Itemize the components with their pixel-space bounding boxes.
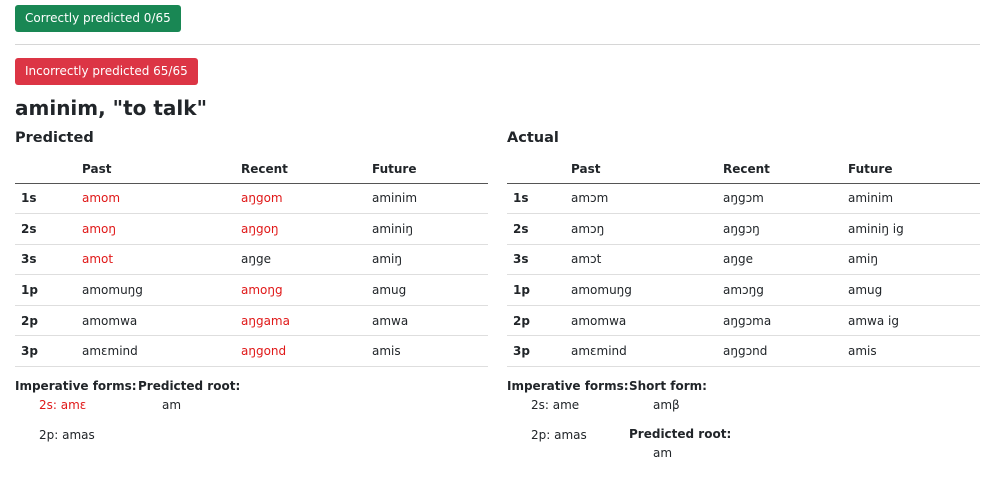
actual-root-value: am [653,446,673,460]
actual-short-heading: Short form: [629,379,707,393]
header-past: Past [82,156,241,184]
row-label: 2p [15,305,82,337]
actual-table: Past Recent Future 1s amɔm aŋgɔm aminim 2s am… [507,156,980,368]
table-row: 3p amɛmind aŋgɔnd amis [507,335,980,368]
cell-future: amis [848,335,980,368]
table-row: 1p amomuŋg amoŋg amug [15,274,488,306]
cell-future: amug [372,274,488,306]
cell-past: amom [82,183,241,215]
cell-recent: amɔŋg [723,274,848,306]
header-future: Future [372,156,488,184]
header-empty [507,156,571,184]
header-future: Future [848,156,980,184]
header-recent: Recent [723,156,848,184]
row-label: 1p [507,274,571,306]
predicted-table: Past Recent Future 1s amom aŋgom aminim 2s am… [15,156,488,368]
table-row: 1s amɔm aŋgɔm aminim [507,183,980,215]
header-past: Past [571,156,723,184]
cell-recent: aŋgom [241,183,372,215]
predicted-root-value: am [162,398,182,412]
cell-past: amomuŋg [82,274,241,306]
cell-recent: aŋge [723,244,848,276]
actual-imperative-heading: Imperative forms: [507,379,629,393]
cell-recent: aŋgoŋ [241,213,372,245]
cell-past: amɛmind [571,335,723,368]
cell-future: aminim [848,183,980,215]
actual-short-value: amβ [653,398,680,412]
predicted-panel: Predicted Past Recent Future 1s amom aŋgom… [15,128,488,368]
table-row: 2p amomwa aŋgama amwa [15,305,488,337]
cell-recent: aŋgɔm [723,183,848,215]
predicted-imperative-heading: Imperative forms: [15,379,137,393]
cell-recent: aŋgond [241,335,372,368]
cell-future: aminim [372,183,488,215]
cell-recent: aŋgɔma [723,305,848,337]
row-label: 1p [15,274,82,306]
cell-recent: aŋge [241,244,372,276]
cell-future: amwa ig [848,305,980,337]
cell-past: amomwa [571,305,723,337]
table-row: 3s amot aŋge amiŋ [15,244,488,276]
actual-panel: Actual Past Recent Future 1s amɔm aŋgɔm ami… [507,128,980,368]
table-row: 3p amɛmind aŋgond amis [15,335,488,368]
predicted-header-row: Past Recent Future [15,156,488,184]
header-recent: Recent [241,156,372,184]
predicted-imperative-2p: 2p: amas [39,428,95,442]
predicted-root-heading: Predicted root: [138,379,241,393]
cell-recent: aŋgɔnd [723,335,848,368]
cell-past: amɔt [571,244,723,276]
cell-recent: aŋgama [241,305,372,337]
row-label: 2p [507,305,571,337]
actual-imperative-2p: 2p: amas [531,428,587,442]
cell-future: amwa [372,305,488,337]
actual-header-row: Past Recent Future [507,156,980,184]
actual-root-heading: Predicted root: [629,427,732,441]
cell-past: amoŋ [82,213,241,245]
row-label: 3s [15,244,82,276]
row-label: 2s [15,213,82,245]
divider [15,44,980,45]
row-label: 1s [507,183,571,215]
cell-past: amɔm [571,183,723,215]
cell-past: amomwa [82,305,241,337]
correctly-predicted-button[interactable]: Correctly predicted 0/65 [15,5,181,32]
cell-future: aminiŋ [372,213,488,245]
cell-past: amɛmind [82,335,241,368]
cell-future: amiŋ [372,244,488,276]
row-label: 3s [507,244,571,276]
row-label: 2s [507,213,571,245]
word-title: aminim, "to talk" [15,96,208,120]
cell-recent: aŋgɔŋ [723,213,848,245]
cell-future: amis [372,335,488,368]
table-row: 2s amɔŋ aŋgɔŋ aminiŋ ig [507,213,980,245]
actual-title: Actual [507,130,559,146]
table-row: 2s amoŋ aŋgoŋ aminiŋ [15,213,488,245]
table-row: 1p amomuŋg amɔŋg amug [507,274,980,306]
table-row: 1s amom aŋgom aminim [15,183,488,215]
cell-past: amomuŋg [571,274,723,306]
cell-past: amot [82,244,241,276]
table-row: 3s amɔt aŋge amiŋ [507,244,980,276]
row-label: 3p [507,335,571,368]
cell-future: aminiŋ ig [848,213,980,245]
cell-future: amiŋ [848,244,980,276]
cell-recent: amoŋg [241,274,372,306]
row-label: 3p [15,335,82,368]
actual-imperative-2s: 2s: ame [531,398,580,412]
cell-future: amug [848,274,980,306]
predicted-title: Predicted [15,130,94,146]
predicted-imperative-2s: 2s: amɛ [39,398,87,412]
header-empty [15,156,82,184]
cell-past: amɔŋ [571,213,723,245]
incorrectly-predicted-button[interactable]: Incorrectly predicted 65/65 [15,58,198,85]
table-row: 2p amomwa aŋgɔma amwa ig [507,305,980,337]
row-label: 1s [15,183,82,215]
